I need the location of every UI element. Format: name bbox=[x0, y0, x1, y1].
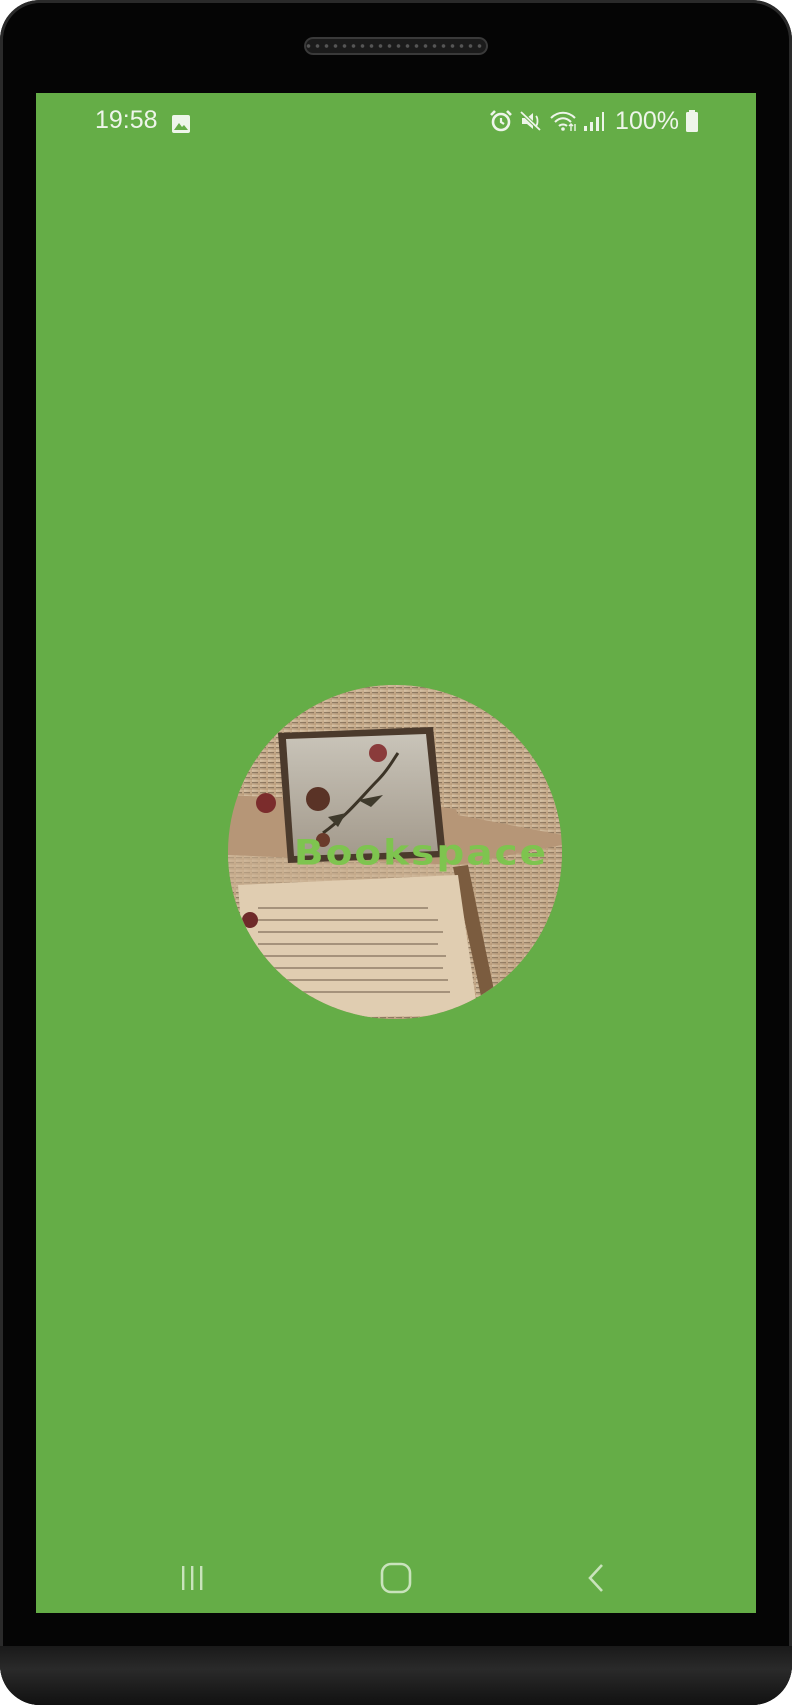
image-icon bbox=[171, 112, 191, 141]
mute-icon bbox=[519, 109, 543, 133]
phone-chin bbox=[0, 1646, 792, 1705]
battery-icon bbox=[685, 109, 699, 133]
signal-icon bbox=[583, 109, 605, 133]
status-icons: 100% bbox=[489, 106, 699, 136]
battery-percentage: 100% bbox=[615, 106, 679, 135]
wifi-icon bbox=[549, 109, 577, 133]
recent-apps-button[interactable] bbox=[153, 1543, 233, 1613]
phone-frame: 19:58 100% Bookspace bbox=[0, 0, 792, 1705]
alarm-icon bbox=[489, 109, 513, 133]
navigation-bar bbox=[36, 1543, 756, 1613]
app-logo: Bookspace bbox=[228, 685, 562, 1019]
back-icon bbox=[588, 1564, 603, 1592]
home-icon bbox=[380, 1562, 412, 1594]
back-button[interactable] bbox=[556, 1543, 636, 1613]
earpiece-speaker bbox=[304, 37, 488, 55]
app-title: Bookspace bbox=[293, 833, 549, 874]
splash-screen: 19:58 100% Bookspace bbox=[36, 93, 756, 1613]
recent-apps-icon bbox=[182, 1566, 203, 1590]
status-bar: 19:58 100% bbox=[36, 93, 756, 149]
home-button[interactable] bbox=[356, 1543, 436, 1613]
status-time: 19:58 bbox=[95, 106, 158, 134]
